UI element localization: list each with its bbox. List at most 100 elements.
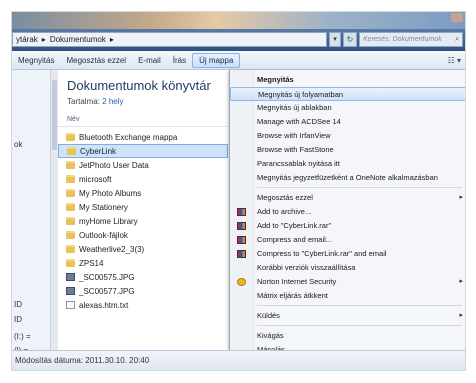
file-row[interactable]: JetPhoto User Data — [58, 158, 228, 172]
menu-item[interactable]: Kivágás — [230, 329, 465, 343]
file-row[interactable]: _SC00577.JPG — [58, 284, 228, 298]
folder-icon — [66, 259, 75, 267]
menu-item-label: Megnyitás jegyzetfüzetként a OneNote alk… — [257, 173, 438, 182]
toolbar-new-folder[interactable]: Új mappa — [192, 52, 241, 68]
breadcrumb-arrow-icon: ▸ — [109, 35, 114, 44]
toolbar-share[interactable]: Megosztás ezzel — [60, 56, 132, 65]
file-row[interactable]: myHome Library — [58, 214, 228, 228]
library-title: Dokumentumok könyvtár — [67, 78, 211, 93]
menu-item-label: Mátrix eljárás átkkent — [257, 291, 328, 300]
menu-separator — [257, 305, 462, 306]
refresh-icon[interactable]: ↻ — [343, 32, 357, 47]
menu-item[interactable]: Compress to "CyberLink.rar" and email — [230, 247, 465, 261]
menu-item-label: Kivágás — [257, 331, 284, 340]
folder-icon — [66, 245, 75, 253]
menu-item-label: Megosztás ezzel — [257, 193, 313, 202]
submenu-arrow-icon: ▸ — [459, 312, 463, 319]
scroll-thumb[interactable] — [52, 80, 57, 150]
menu-item-label: Compress to "CyberLink.rar" and email — [257, 249, 387, 258]
file-name: My Stationery — [79, 202, 128, 212]
menu-item[interactable]: Korábbi verziók visszaállítása — [230, 261, 465, 275]
toolbar-open[interactable]: Megnyitás — [12, 56, 60, 65]
nav-fragment[interactable]: ID — [14, 300, 22, 309]
library-includes: Tartalma: 2 hely — [67, 97, 124, 106]
file-row[interactable]: My Photo Albums — [58, 186, 228, 200]
file-name: Bluetooth Exchange mappa — [79, 132, 178, 142]
menu-item-label: Megnyitás új ablakban — [257, 103, 332, 112]
nav-fragment[interactable]: (I:) = — [14, 332, 31, 341]
breadcrumb-current[interactable]: Dokumentumok — [50, 35, 106, 44]
submenu-arrow-icon: ▸ — [459, 194, 463, 201]
menu-item-label: Browse with IrfanView — [257, 131, 331, 140]
address-field[interactable]: ytárak ▸ Dokumentumok ▸ — [12, 32, 327, 47]
file-name: My Photo Albums — [79, 188, 142, 198]
submenu-arrow-icon: ▸ — [459, 278, 463, 285]
breadcrumb-prefix[interactable]: ytárak — [16, 35, 38, 44]
menu-item-label: Parancssablak nyitása itt — [257, 159, 340, 168]
menu-item-label: Norton Internet Security — [257, 277, 337, 286]
file-name: CyberLink — [80, 146, 117, 156]
search-placeholder: Keresés: Dokumentumok — [363, 36, 442, 43]
address-bar: ytárak ▸ Dokumentumok ▸ ▾ ↻ Keresés: Dok… — [12, 29, 465, 51]
image-file-icon — [66, 287, 75, 295]
menu-item[interactable]: Mátrix eljárás átkkent — [230, 289, 465, 303]
menu-item[interactable]: Megnyitás — [230, 73, 465, 87]
menu-item-label: Add to archive... — [257, 207, 312, 216]
file-row[interactable]: Weatherlive2_3(3) — [58, 242, 228, 256]
menu-item[interactable]: Norton Internet Security ▸ — [230, 275, 465, 289]
nav-fragment[interactable]: ID — [14, 315, 22, 324]
context-menu: Megnyitás Megnyitás új folyamatban Megnyit… — [229, 70, 465, 354]
file-row[interactable]: CyberLink — [58, 144, 228, 158]
folder-icon — [66, 189, 75, 197]
menu-item[interactable]: Megnyitás új folyamatban — [230, 87, 465, 101]
file-name: _SC00575.JPG — [79, 272, 135, 282]
address-dropdown-icon[interactable]: ▾ — [329, 32, 341, 47]
menu-item[interactable]: Megnyitás jegyzetfüzetként a OneNote alk… — [230, 171, 465, 185]
norton-icon — [237, 278, 246, 286]
file-name: ZPS14 — [79, 258, 104, 268]
folder-icon — [66, 217, 75, 225]
menu-item[interactable]: Parancssablak nyitása itt — [230, 157, 465, 171]
explorer-window: ytárak ▸ Dokumentumok ▸ ▾ ↻ Keresés: Dok… — [11, 11, 466, 371]
includes-label: Tartalma: — [67, 97, 100, 106]
file-list: Bluetooth Exchange mappa CyberLink JetPhot… — [58, 130, 228, 312]
menu-item[interactable]: Add to archive... — [230, 205, 465, 219]
status-bar: Módosítás dátuma: 2011.30.10. 20:40 — [12, 350, 465, 370]
file-name: alexas.htm.txt — [79, 300, 129, 310]
folder-icon — [66, 175, 75, 183]
view-options-icon[interactable]: ☷ ▾ — [448, 56, 465, 65]
menu-item[interactable]: Add to "CyberLink.rar" — [230, 219, 465, 233]
menu-item-label: Korábbi verziók visszaállítása — [257, 263, 356, 272]
column-header-name[interactable]: Név — [58, 113, 228, 127]
folder-icon — [66, 161, 75, 169]
winrar-icon — [237, 250, 246, 258]
includes-link[interactable]: 2 hely — [102, 97, 123, 106]
menu-item[interactable]: Manage with ACDSee 14 — [230, 115, 465, 129]
menu-item[interactable]: Megosztás ezzel ▸ — [230, 191, 465, 205]
file-row[interactable]: My Stationery — [58, 200, 228, 214]
command-bar: Megnyitás Megosztás ezzel E-mail Írás Új… — [12, 51, 465, 70]
search-input[interactable]: Keresés: Dokumentumok ⌕ — [359, 32, 463, 47]
menu-item[interactable]: Browse with IrfanView — [230, 129, 465, 143]
file-name: microsoft — [79, 174, 112, 184]
file-row[interactable]: Outlook-fájlok — [58, 228, 228, 242]
toolbar-burn[interactable]: Írás — [167, 56, 192, 65]
menu-item[interactable]: Compress and email... — [230, 233, 465, 247]
close-button[interactable] — [451, 13, 463, 22]
text-file-icon — [66, 301, 75, 309]
toolbar-email[interactable]: E-mail — [132, 56, 167, 65]
breadcrumb-arrow-icon: ▸ — [41, 35, 46, 44]
file-row[interactable]: alexas.htm.txt — [58, 298, 228, 312]
file-row[interactable]: ZPS14 — [58, 256, 228, 270]
menu-item[interactable]: Megnyitás új ablakban — [230, 101, 465, 115]
folder-icon — [66, 133, 75, 141]
winrar-icon — [237, 208, 246, 216]
file-row[interactable]: Bluetooth Exchange mappa — [58, 130, 228, 144]
file-row[interactable]: _SC00575.JPG — [58, 270, 228, 284]
file-row[interactable]: microsoft — [58, 172, 228, 186]
menu-item[interactable]: Küldés ▸ — [230, 309, 465, 323]
menu-item[interactable]: Browse with FastStone — [230, 143, 465, 157]
menu-item-label: Browse with FastStone — [257, 145, 334, 154]
nav-scrollbar[interactable] — [50, 70, 58, 350]
nav-fragment[interactable]: ok — [14, 140, 22, 149]
